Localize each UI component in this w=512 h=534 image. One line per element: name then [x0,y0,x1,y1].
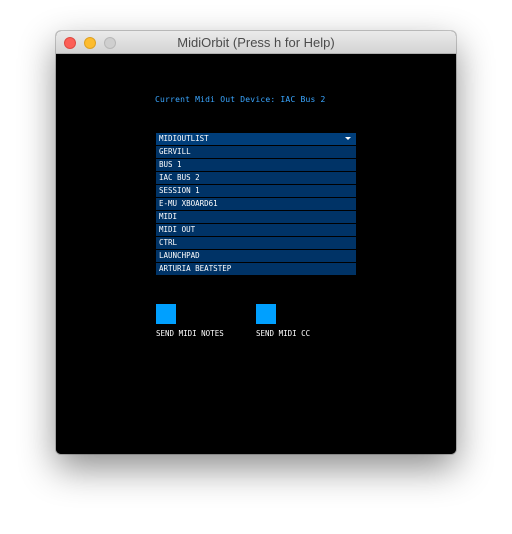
chevron-down-icon [345,137,351,140]
dropdown-item[interactable]: CTRL [156,237,356,249]
send-midi-notes-toggle[interactable]: SEND MIDI NOTES [156,304,224,338]
current-device-label: Current Midi Out Device: IAC Bus 2 [155,95,326,104]
dropdown-item[interactable]: GERVILL [156,146,356,158]
sketch-canvas: Current Midi Out Device: IAC Bus 2 MIDIO… [56,54,456,454]
dropdown-item[interactable]: ARTURIA BEATSTEP [156,263,356,275]
dropdown-item[interactable]: MIDI [156,211,356,223]
dropdown-header[interactable]: MIDIOUTLIST [156,133,356,145]
dropdown-item[interactable]: SESSION 1 [156,185,356,197]
dropdown-item[interactable]: MIDI OUT [156,224,356,236]
dropdown-header-label: MIDIOUTLIST [159,134,209,143]
send-midi-cc-toggle[interactable]: SEND MIDI CC [256,304,310,338]
window-title: MidiOrbit (Press h for Help) [177,35,335,50]
midi-out-dropdown[interactable]: MIDIOUTLIST GERVILL BUS 1 IAC BUS 2 SESS… [156,133,356,276]
send-midi-cc-label: SEND MIDI CC [256,329,311,338]
dropdown-item[interactable]: IAC BUS 2 [156,172,356,184]
dropdown-item[interactable]: E-MU XBOARD61 [156,198,356,210]
send-midi-notes-checkbox[interactable] [156,304,176,324]
dropdown-item[interactable]: BUS 1 [156,159,356,171]
send-midi-notes-label: SEND MIDI NOTES [156,329,224,338]
send-midi-cc-checkbox[interactable] [256,304,276,324]
app-window: MidiOrbit (Press h for Help) Current Mid… [56,31,456,454]
dropdown-item[interactable]: LAUNCHPAD [156,250,356,262]
title-bar[interactable]: MidiOrbit (Press h for Help) [56,31,456,54]
